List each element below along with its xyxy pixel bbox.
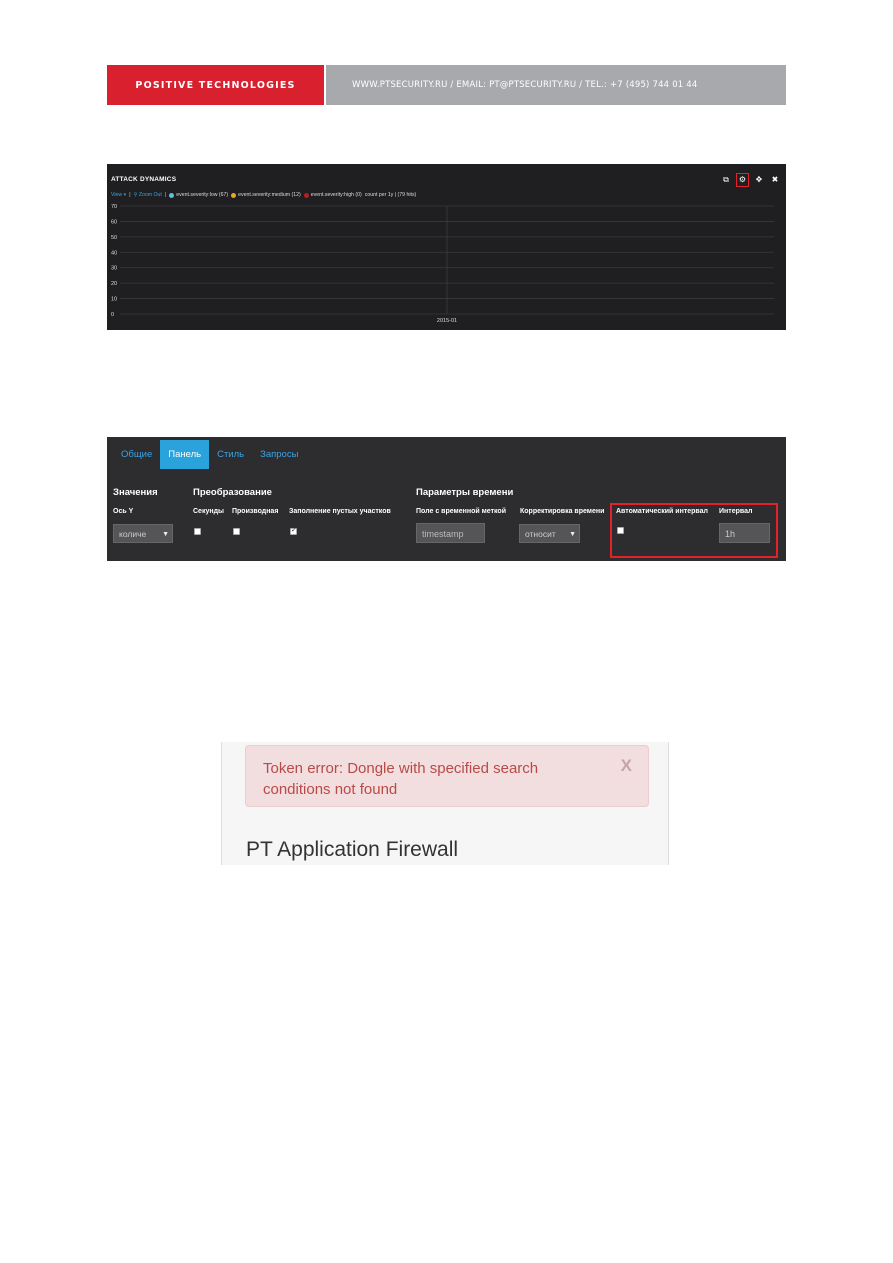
time-correction-label: Корректировка времени [520,508,605,515]
chart-plot-area: 70 60 50 40 30 20 10 0 2015-01 [111,204,774,324]
time-field-label: Поле с временной меткой [416,508,506,515]
y-tick-label: 30 [111,266,117,272]
seconds-checkbox[interactable] [194,528,201,535]
section-transform: Преобразование [193,487,272,498]
x-tick-label: 2015-01 [437,318,457,324]
legend-label: event.severity:low (67) [176,192,229,198]
alert-close-button[interactable]: X [621,756,632,776]
document-header: POSITIVE TECHNOLOGIES WWW.PTSECURITY.RU … [107,65,786,105]
dropdown-arrow-icon: ▼ [567,525,576,542]
error-message: Token error: Dongle with specified searc… [263,760,539,798]
close-icon[interactable]: ✖ [770,175,780,185]
app-title: PT Application Firewall [246,838,459,861]
copy-icon[interactable]: ⧉ [721,175,731,185]
legend-label: event.severity:medium (12) [238,192,301,198]
error-alert: Token error: Dongle with specified searc… [245,745,649,807]
panel-title: ATTACK DYNAMICS [111,176,177,183]
zoom-out-link[interactable]: ⚲ Zoom Out [134,192,162,198]
attack-dynamics-panel: ATTACK DYNAMICS ⧉ ⚙ ✥ ✖ View ▾ | ⚲ Zoom … [107,164,786,330]
gear-icon[interactable]: ⚙ [736,173,749,187]
legend-dot-icon [303,192,309,198]
legend-item-medium[interactable]: event.severity:medium (12) [231,192,301,198]
time-correction-select[interactable]: относит ▼ [519,524,580,543]
tab-style[interactable]: Стиль [209,440,252,469]
y-tick-label: 10 [111,297,117,303]
dropdown-arrow-icon: ▼ [160,525,169,542]
legend-separator: | [129,192,131,198]
move-icon[interactable]: ✥ [754,175,764,185]
tab-panel[interactable]: Панель [160,440,210,469]
chart-legend: View ▾ | ⚲ Zoom Out | event.severity:low… [111,192,416,198]
highlight-box [610,503,778,558]
time-correction-value: относит [525,529,556,539]
tab-queries[interactable]: Запросы [252,440,306,469]
fill-empty-label: Заполнение пустых участков [289,508,391,515]
error-screenshot: Token error: Dongle with specified searc… [221,742,669,865]
section-values: Значения [113,487,158,498]
time-field-input[interactable]: timestamp [416,523,485,543]
tab-general[interactable]: Общие [113,440,160,469]
derivative-checkbox[interactable] [233,528,240,535]
y-axis-value: количе [119,529,147,539]
panel-toolbar: ⧉ ⚙ ✥ ✖ [721,173,780,187]
zoom-out-label: Zoom Out [138,192,162,198]
settings-tabs: Общие Панель Стиль Запросы [113,440,306,469]
y-tick-label: 50 [111,235,117,241]
derivative-label: Производная [232,508,279,515]
y-tick-label: 60 [111,219,117,225]
y-tick-label: 40 [111,250,117,256]
seconds-label: Секунды [193,508,224,515]
legend-dot-icon [169,192,175,198]
legend-item-high[interactable]: event.severity:high (0) [303,192,362,198]
contact-info: WWW.PTSECURITY.RU / EMAIL: PT@PTSECURITY… [326,65,786,105]
y-tick-label: 70 [111,204,117,210]
y-axis-select[interactable]: количе ▼ [113,524,173,543]
legend-separator: | [164,192,167,198]
y-axis-label: Ось Y [113,508,134,515]
y-tick-label: 20 [111,281,117,287]
legend-dot-icon [231,192,237,198]
brand-logo: POSITIVE TECHNOLOGIES [107,65,324,105]
section-time: Параметры времени [416,487,514,498]
legend-item-low[interactable]: event.severity:low (67) [169,192,228,198]
view-menu[interactable]: View ▾ [111,192,126,198]
fill-empty-checkbox[interactable] [290,526,297,535]
legend-label: event.severity:high (0) [310,192,362,198]
legend-summary: count per 1y | (79 hits) [364,192,417,198]
y-tick-label: 0 [111,312,114,318]
